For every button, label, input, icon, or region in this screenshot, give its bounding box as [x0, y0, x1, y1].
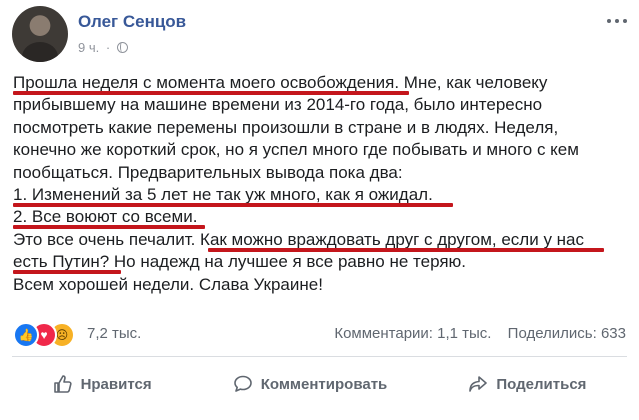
post-text-line: Это все очень печалит. Как можно враждов… — [13, 229, 628, 252]
meta-separator: · — [105, 40, 111, 55]
post-text-line: Всем хорошей недели. Слава Украине! — [13, 274, 323, 294]
post-text-line: конечно же короткий срок, но я успел мно… — [13, 140, 579, 160]
post-stats: Комментарии: 1,1 тыс. Поделились: 633 — [322, 325, 626, 342]
reaction-count[interactable]: 7,2 тыс. — [87, 325, 141, 342]
thumbs-up-icon — [53, 375, 72, 393]
share-button-label: Поделиться — [496, 375, 587, 393]
share-button[interactable]: Поделиться — [450, 366, 604, 402]
post-text-line: прибывшему на машине времени из 2014-го … — [13, 95, 543, 115]
post-text-line: пообщаться. Предварительных вывода пока … — [13, 162, 403, 182]
like-icon: 👍 — [13, 322, 39, 348]
comments-count[interactable]: Комментарии: 1,1 тыс. — [334, 325, 491, 342]
post-text-line: посмотреть какие перемены произошли в ст… — [13, 117, 559, 137]
share-icon — [469, 376, 488, 392]
post-text: Прошла неделя с момента моего освобожден… — [13, 72, 628, 296]
post-timestamp[interactable]: 9 ч. — [78, 40, 99, 55]
comment-icon — [233, 375, 252, 392]
post-text-line: есть Путин? Но надежд на лучшее я все ра… — [13, 251, 628, 275]
post-actions: Нравится Комментировать Поделиться — [12, 362, 627, 406]
post-meta: 9 ч. · — [78, 40, 128, 55]
comment-button-label: Комментировать — [260, 375, 388, 393]
post-text-line: 2. Все воюют со всеми. — [13, 206, 628, 230]
post-text-line: 1. Изменений за 5 лет не так уж много, к… — [13, 184, 628, 207]
globe-icon — [116, 42, 128, 53]
shares-count[interactable]: Поделились: 633 — [508, 325, 626, 342]
post-text-line: Прошла неделя с момента моего освобожден… — [13, 72, 628, 95]
more-options-icon[interactable] — [607, 16, 627, 26]
facebook-post: Олег Сенцов 9 ч. · Прошла неделя с момен… — [0, 0, 639, 420]
author-name[interactable]: Олег Сенцов — [78, 12, 186, 32]
divider — [12, 356, 627, 357]
comment-button[interactable]: Комментировать — [215, 366, 406, 402]
like-button[interactable]: Нравится — [35, 366, 170, 402]
author-avatar[interactable] — [12, 6, 68, 62]
like-button-label: Нравится — [80, 375, 152, 393]
